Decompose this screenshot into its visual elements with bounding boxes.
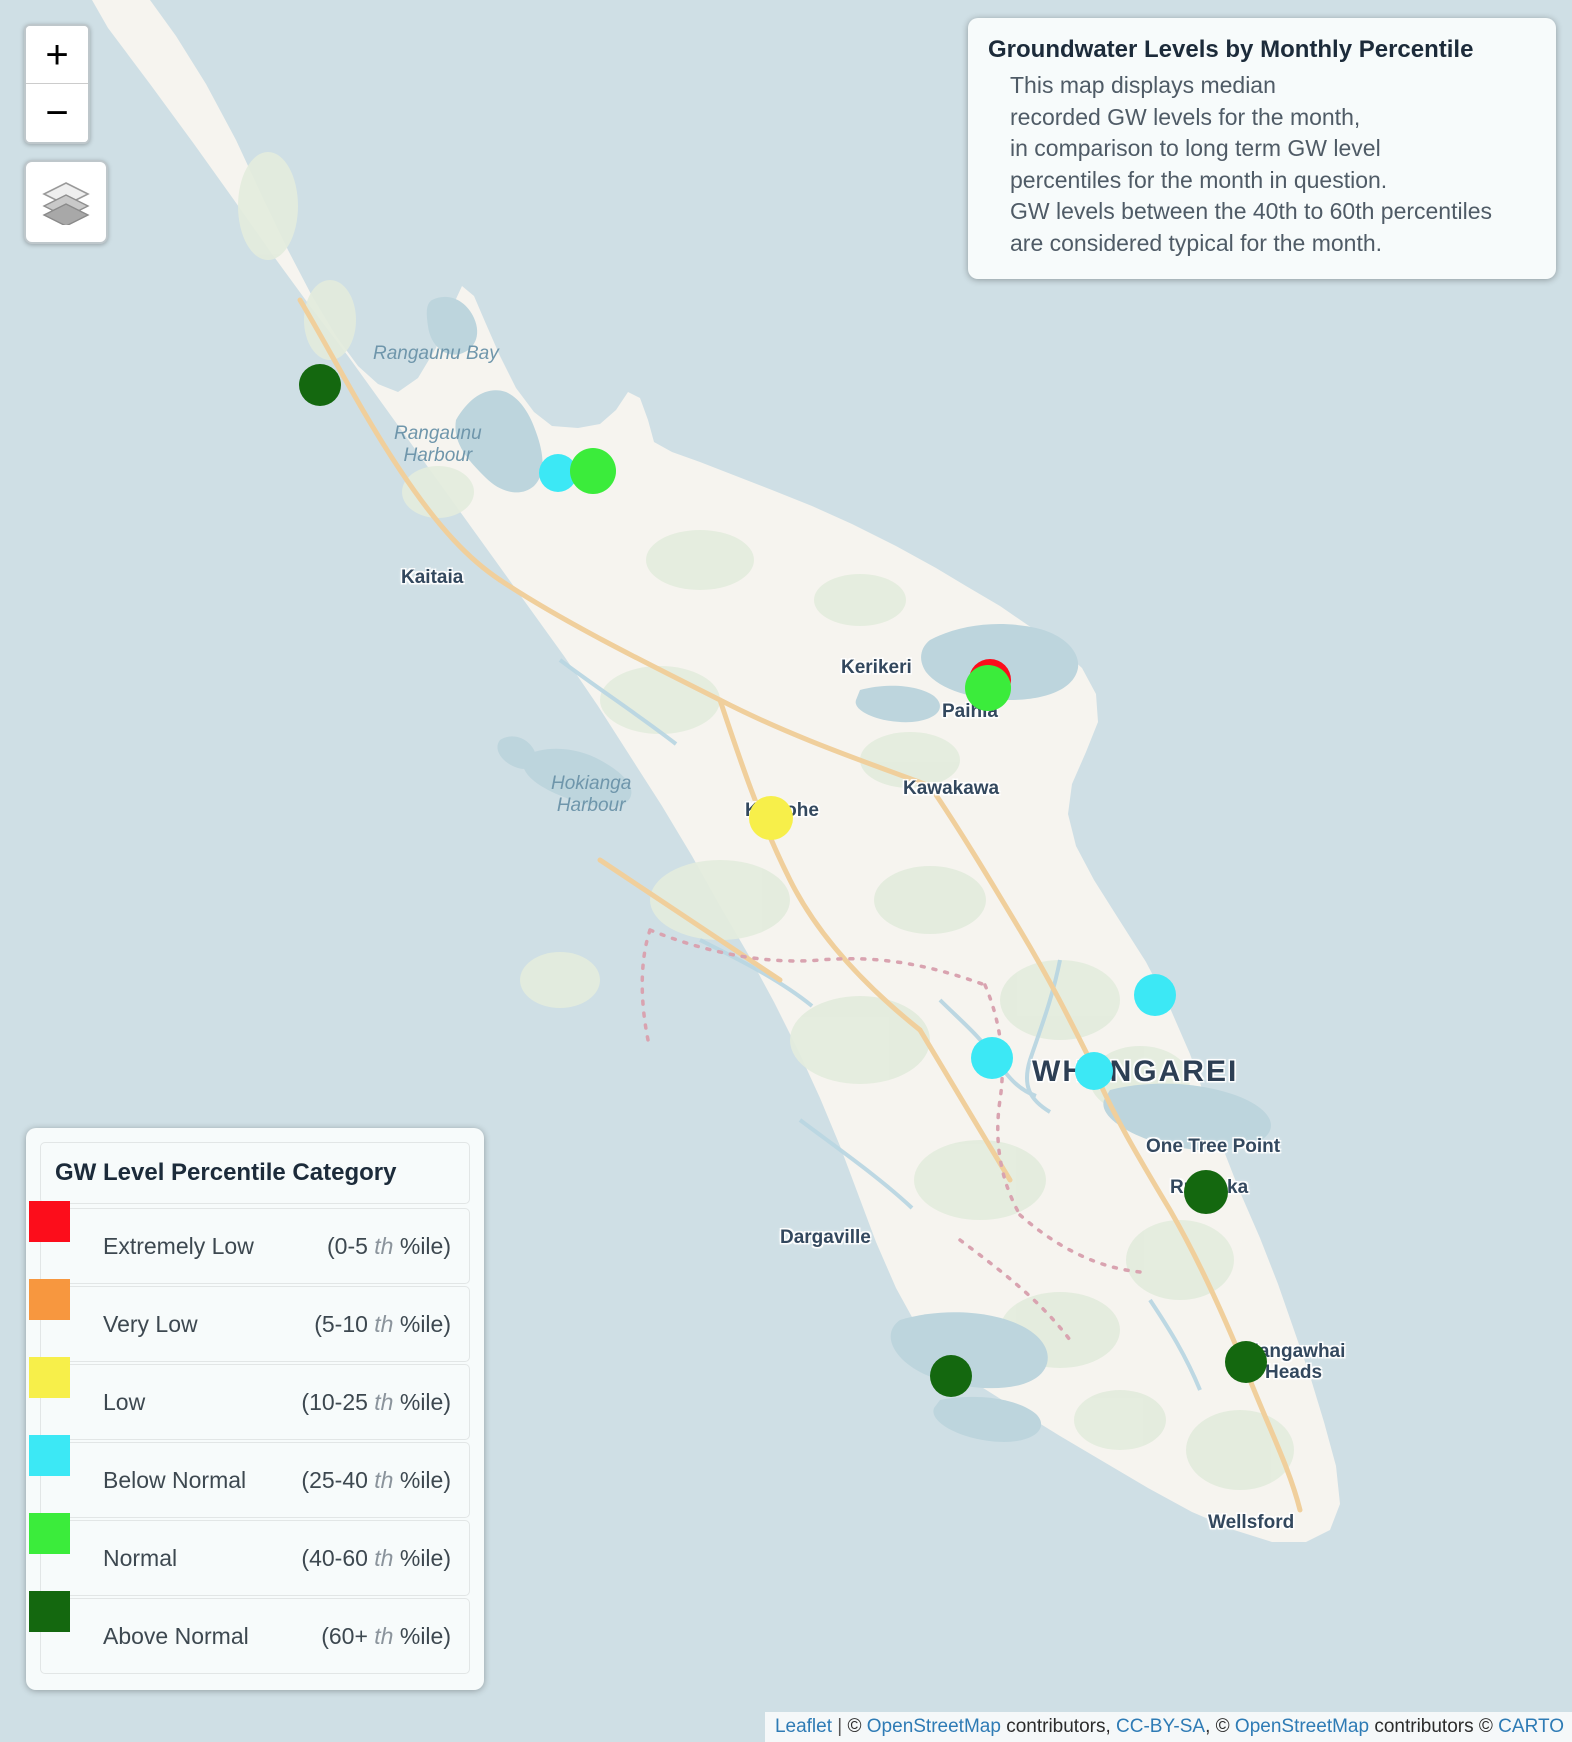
legend-label-0: Extremely Low xyxy=(103,1232,254,1259)
legend-row-low[interactable]: Low (10-25 th %ile) xyxy=(29,1357,470,1440)
legend-rows: Extremely Low (0-5 th %ile) Very Low (5-10 … xyxy=(29,1201,470,1674)
legend-range-4: (40-60 th %ile) xyxy=(301,1544,451,1571)
zoom-control[interactable]: + − xyxy=(24,24,90,144)
info-panel-line-2: in comparison to long term GW level xyxy=(1010,135,1381,161)
map-application: KaitaiaKerikeriPaihiaKawakawaKaikoheWHAN… xyxy=(0,0,1572,1742)
legend-title-box: GW Level Percentile Category xyxy=(40,1142,470,1204)
cc-by-sa-link[interactable]: CC-BY-SA xyxy=(1116,1716,1205,1737)
legend-label-5: Above Normal xyxy=(103,1622,249,1649)
legend-row-below-normal[interactable]: Below Normal (25-40 th %ile) xyxy=(29,1435,470,1518)
zoom-in-button[interactable]: + xyxy=(26,26,88,84)
site-ruakaka[interactable] xyxy=(1184,1170,1228,1214)
legend-row-normal[interactable]: Normal (40-60 th %ile) xyxy=(29,1513,470,1596)
attribution-copyright-1: © xyxy=(847,1716,867,1737)
info-panel-line-0: This map displays median xyxy=(1010,72,1276,98)
site-ahipara-north[interactable] xyxy=(299,364,341,406)
info-panel-description: This map displays median recorded GW leve… xyxy=(988,70,1536,259)
legend-title: GW Level Percentile Category xyxy=(55,1159,397,1186)
site-hikurangi[interactable] xyxy=(1134,974,1176,1016)
osm-link-2[interactable]: OpenStreetMap xyxy=(1235,1716,1369,1737)
info-panel-title: Groundwater Levels by Monthly Percentile xyxy=(988,36,1474,63)
attribution-contributors-1: contributors, xyxy=(1000,1716,1117,1737)
legend-range-3: (25-40 th %ile) xyxy=(301,1466,451,1493)
legend-range-5: (60+ th %ile) xyxy=(321,1622,451,1649)
legend-range-2: (10-25 th %ile) xyxy=(301,1388,451,1415)
legend-swatch-0 xyxy=(29,1201,70,1242)
legend-swatch-2 xyxy=(29,1357,70,1398)
attribution-bar: Leaflet | © OpenStreetMap contributors, … xyxy=(764,1712,1572,1742)
leaflet-link[interactable]: Leaflet xyxy=(775,1716,832,1737)
site-paihia[interactable] xyxy=(965,665,1011,711)
legend-range-1: (5-10 th %ile) xyxy=(314,1310,451,1337)
legend-row-extremely-low[interactable]: Extremely Low (0-5 th %ile) xyxy=(29,1201,470,1284)
legend-row-above-normal[interactable]: Above Normal (60+ th %ile) xyxy=(29,1591,470,1674)
legend-row-very-low[interactable]: Very Low (5-10 th %ile) xyxy=(29,1279,470,1362)
legend-swatch-3 xyxy=(29,1435,70,1476)
site-mangawhai[interactable] xyxy=(1225,1341,1267,1383)
site-whangarei-city[interactable] xyxy=(1075,1052,1113,1090)
info-panel-line-3: percentiles for the month in question. xyxy=(1010,166,1388,193)
layers-control-button[interactable] xyxy=(24,160,108,244)
site-awanui-east[interactable] xyxy=(570,448,616,494)
legend-label-3: Below Normal xyxy=(103,1466,247,1493)
site-kaikohe[interactable] xyxy=(749,796,793,840)
zoom-out-button[interactable]: − xyxy=(26,84,88,142)
attribution-comma: , © xyxy=(1205,1716,1235,1737)
legend-label-2: Low xyxy=(103,1388,146,1415)
legend-swatch-5 xyxy=(29,1591,70,1632)
info-panel-line-1: recorded GW levels for the month, xyxy=(1010,103,1361,130)
attribution-separator: | xyxy=(832,1716,848,1737)
legend-range-0: (0-5 th %ile) xyxy=(327,1232,451,1259)
legend-label-1: Very Low xyxy=(103,1310,198,1337)
info-panel-line-5: are considered typical for the month. xyxy=(1010,229,1383,256)
attribution-contributors-2: contributors © xyxy=(1369,1716,1499,1737)
site-kaipara-north[interactable] xyxy=(930,1355,972,1397)
osm-link-1[interactable]: OpenStreetMap xyxy=(867,1716,1001,1737)
legend-label-4: Normal xyxy=(103,1544,178,1571)
legend-panel: GW Level Percentile Category Extremely L… xyxy=(26,1128,484,1690)
info-panel: Groundwater Levels by Monthly Percentile… xyxy=(968,18,1556,279)
layers-icon xyxy=(42,182,90,225)
legend-swatch-4 xyxy=(29,1513,70,1554)
site-maunu[interactable] xyxy=(971,1037,1013,1079)
legend-swatch-1 xyxy=(29,1279,70,1320)
info-panel-line-4: GW levels between the 40th to 60th perce… xyxy=(1010,198,1493,224)
carto-link[interactable]: CARTO xyxy=(1498,1716,1564,1737)
